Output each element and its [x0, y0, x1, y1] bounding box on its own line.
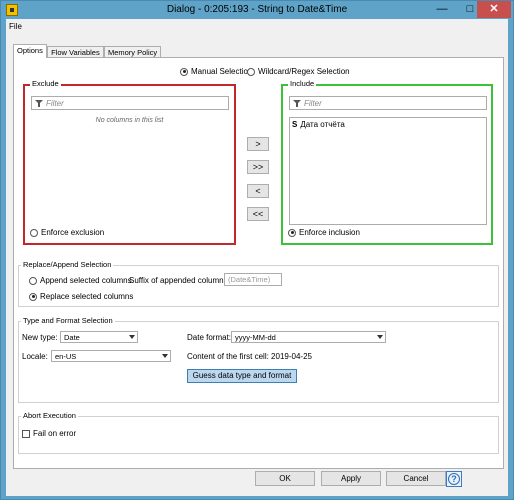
new-type-value: Date [64, 333, 80, 342]
tab-options[interactable]: Options [13, 44, 47, 58]
ok-button[interactable]: OK [255, 471, 315, 486]
exclude-filter-placeholder: Filter [46, 99, 64, 108]
radio-icon [180, 67, 188, 76]
help-icon: ? [448, 473, 460, 485]
enforce-inclusion-label: Enforce inclusion [299, 228, 360, 237]
replace-append-section: Replace/Append Selection Append selected… [18, 260, 499, 307]
dialog-client: File Options Flow Variables Memory Polic… [6, 19, 508, 496]
exclude-filter-input[interactable]: Filter [31, 96, 229, 110]
chevron-down-icon [162, 354, 168, 358]
wildcard-selection-label: Wildcard/Regex Selection [258, 67, 350, 76]
remove-button[interactable]: < [247, 184, 269, 198]
checkbox-icon [22, 429, 30, 438]
menu-file[interactable]: File [9, 22, 22, 31]
new-type-label: New type: [22, 333, 58, 342]
exclude-empty-text: No columns in this list [95, 117, 164, 124]
include-filter-input[interactable]: Filter [289, 96, 487, 110]
include-list[interactable]: S Дата отчёта [289, 117, 487, 225]
add-all-button[interactable]: >> [247, 160, 269, 174]
include-item-label: Дата отчёта [300, 120, 345, 129]
chevron-down-icon [377, 335, 383, 339]
fail-on-error-checkbox[interactable]: Fail on error [22, 429, 76, 438]
radio-icon [29, 276, 37, 285]
title-bar[interactable]: Dialog - 0:205:193 - String to Date&Time… [1, 1, 513, 19]
tab-strip: Options Flow Variables Memory Policy [13, 44, 162, 58]
close-button[interactable]: ✕ [477, 1, 511, 18]
enforce-inclusion-radio[interactable]: Enforce inclusion [288, 228, 360, 237]
help-button[interactable]: ? [446, 471, 462, 487]
filter-icon [293, 100, 301, 107]
first-cell-content: Content of the first cell: 2019-04-25 [187, 352, 312, 361]
list-item[interactable]: S Дата отчёта [292, 120, 345, 129]
exclude-title: Exclude [30, 79, 61, 88]
replace-columns-label: Replace selected columns [40, 292, 134, 301]
apply-button[interactable]: Apply [321, 471, 381, 486]
replace-columns-radio[interactable]: Replace selected columns [29, 292, 133, 301]
enforce-exclusion-label: Enforce exclusion [41, 228, 105, 237]
include-title: Include [288, 79, 317, 88]
exclude-panel: Exclude Filter No columns in this list E… [23, 79, 236, 245]
abort-title: Abort Execution [21, 411, 78, 420]
fail-on-error-label: Fail on error [33, 429, 77, 438]
append-columns-label: Append selected columns [40, 276, 132, 285]
suffix-label: Suffix of appended columns: [129, 276, 230, 285]
manual-selection-radio[interactable]: Manual Selection [180, 67, 252, 76]
filter-icon [35, 100, 43, 107]
enforce-exclusion-radio[interactable]: Enforce exclusion [30, 228, 104, 237]
wildcard-selection-radio[interactable]: Wildcard/Regex Selection [247, 67, 350, 76]
manual-selection-label: Manual Selection [191, 67, 253, 76]
include-filter-placeholder: Filter [304, 99, 322, 108]
remove-all-button[interactable]: << [247, 207, 269, 221]
locale-label: Locale: [22, 352, 48, 361]
new-type-select[interactable]: Date [60, 331, 138, 343]
include-panel: Include Filter S Дата отчёта Enforce incl… [281, 79, 493, 245]
options-panel: Manual Selection Wildcard/Regex Selectio… [13, 57, 504, 469]
minimize-button[interactable]: — [428, 1, 456, 18]
cancel-button[interactable]: Cancel [386, 471, 446, 486]
abort-section: Abort Execution Fail on error [18, 411, 499, 454]
locale-select[interactable]: en-US [51, 350, 171, 362]
radio-icon [29, 292, 37, 301]
dialog-window: Dialog - 0:205:193 - String to Date&Time… [0, 0, 514, 500]
radio-icon [288, 228, 296, 237]
chevron-down-icon [129, 335, 135, 339]
guess-type-format-button[interactable]: Guess data type and format [187, 369, 297, 383]
menu-bar: File [9, 22, 22, 34]
add-button[interactable]: > [247, 137, 269, 151]
replace-append-title: Replace/Append Selection [21, 260, 114, 269]
radio-icon [247, 67, 255, 76]
string-type-icon: S [292, 120, 298, 129]
suffix-input[interactable]: (Date&Time) [224, 273, 282, 286]
type-format-section: Type and Format Selection New type: Date… [18, 316, 499, 403]
date-format-value: yyyy-MM-dd [235, 333, 276, 342]
date-format-label: Date format: [187, 333, 232, 342]
append-columns-radio[interactable]: Append selected columns [29, 276, 132, 285]
locale-value: en-US [55, 352, 77, 361]
type-format-title: Type and Format Selection [21, 316, 115, 325]
date-format-select[interactable]: yyyy-MM-dd [231, 331, 386, 343]
radio-icon [30, 228, 38, 237]
